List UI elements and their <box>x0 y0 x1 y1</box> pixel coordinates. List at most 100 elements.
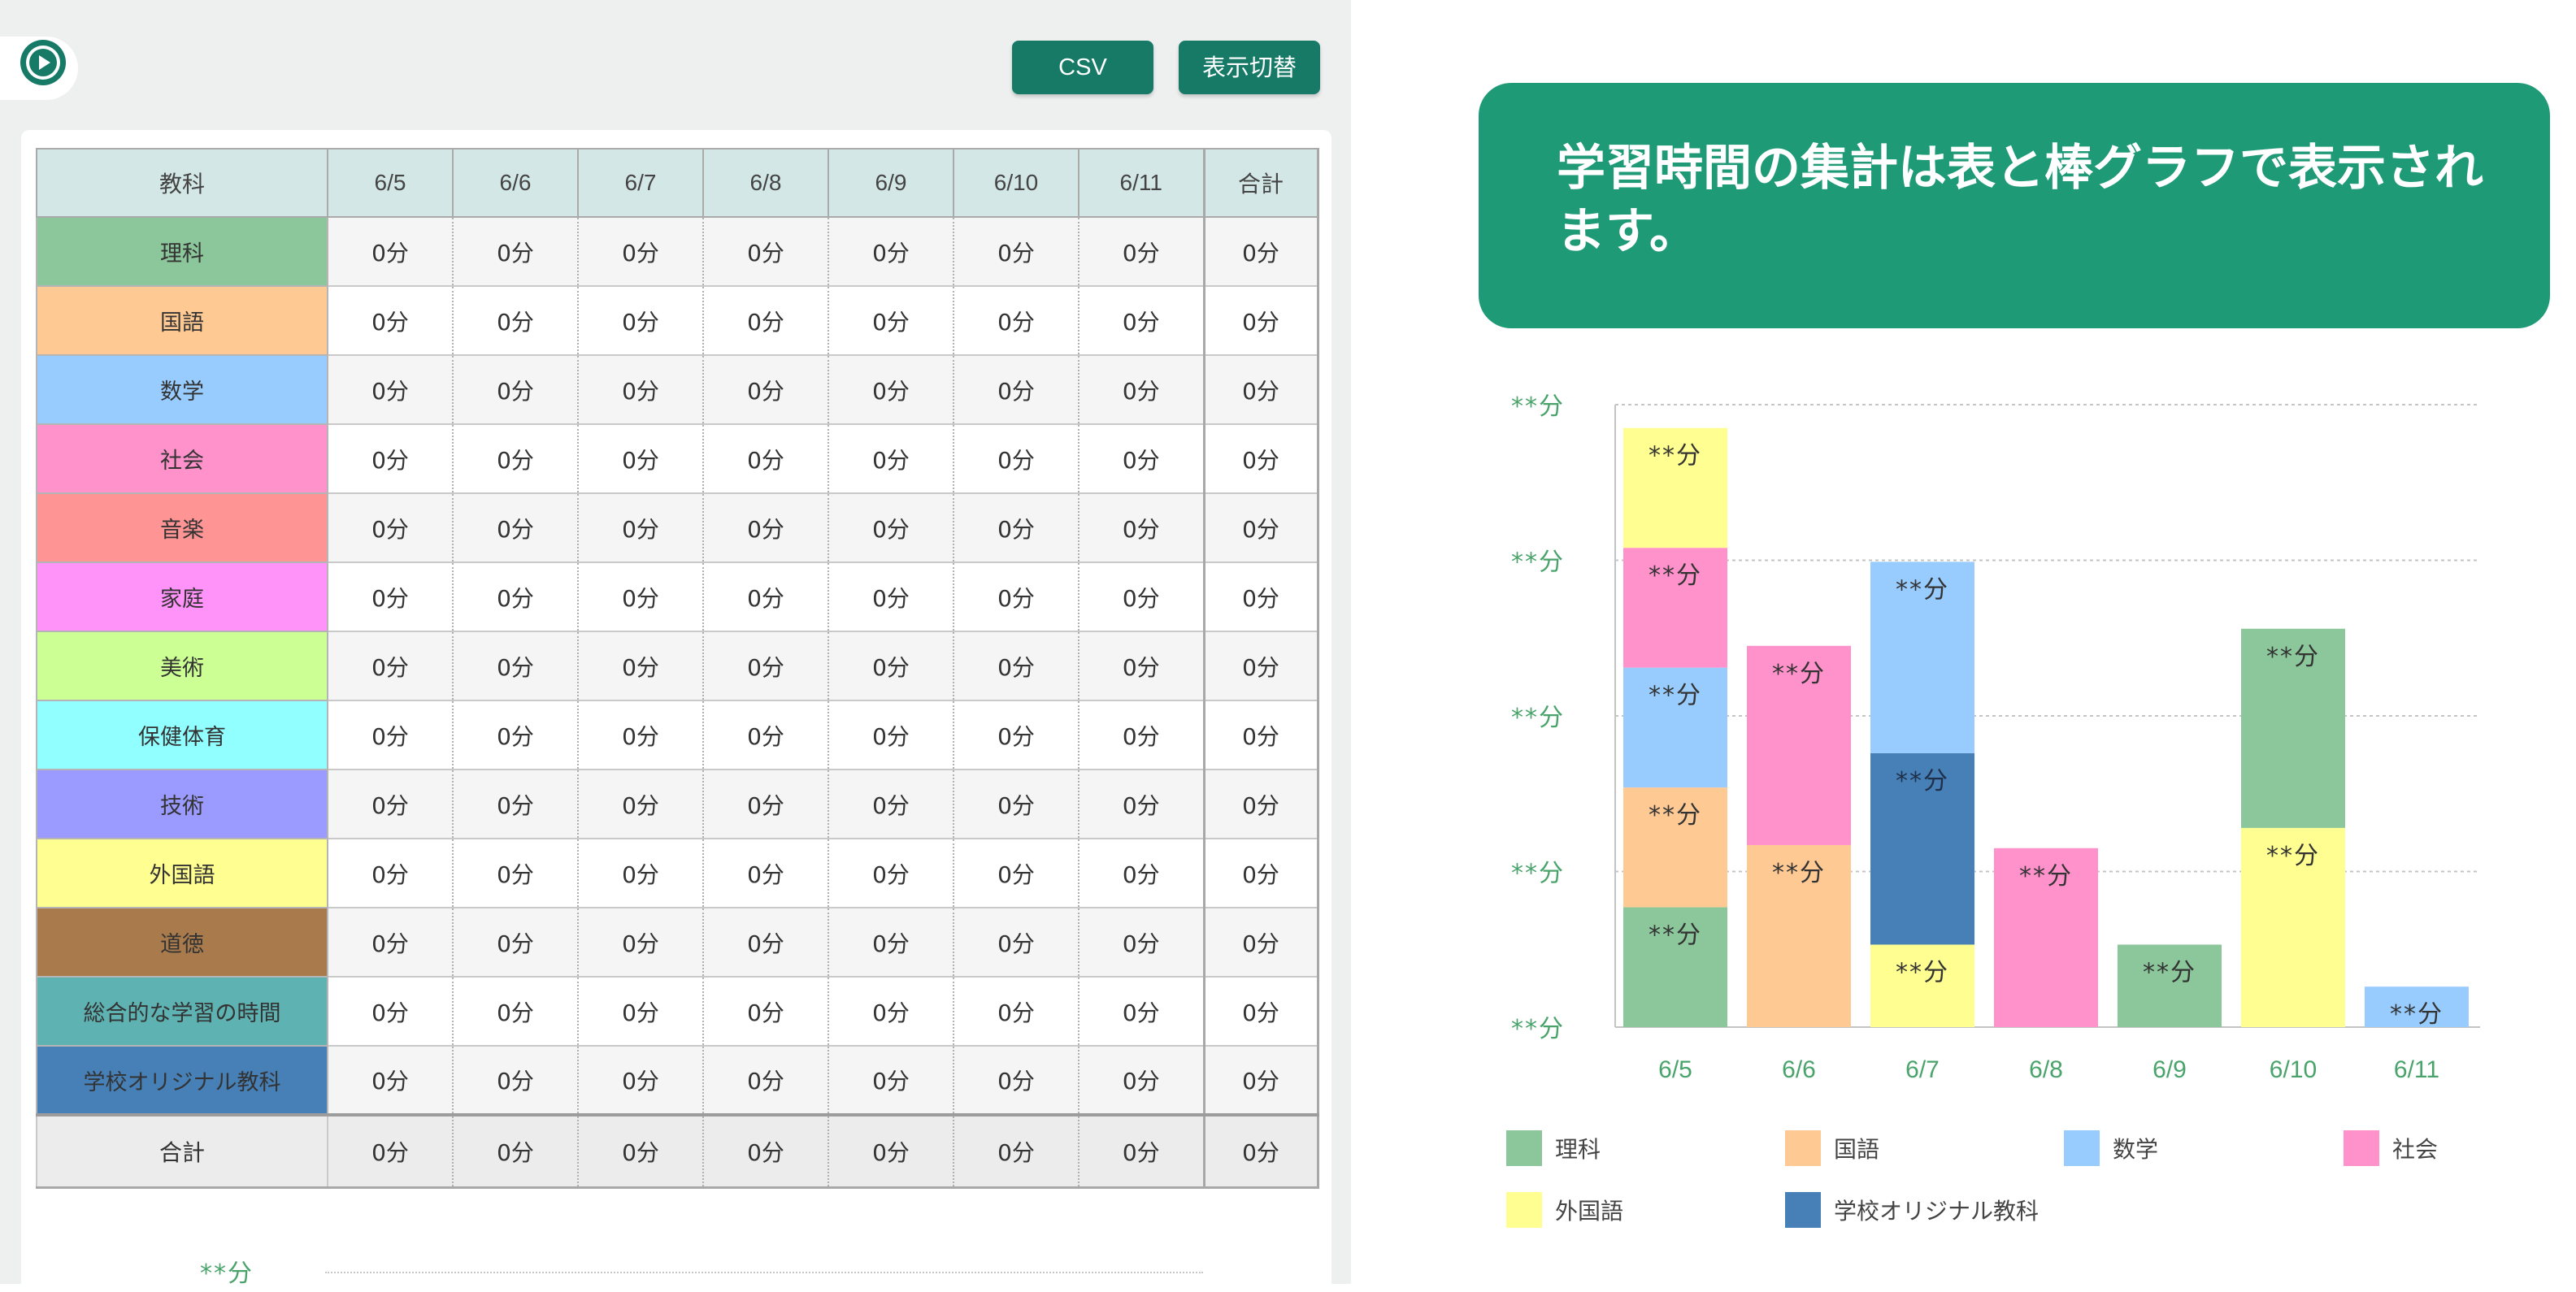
legend-item: 国語 <box>1785 1129 1879 1167</box>
time-cell: 0分 <box>953 907 1079 978</box>
table-row: 音楽 0分 0分 0分 0分 0分 0分 0分 0分 <box>36 492 1319 563</box>
subject-cell: 学校オリジナル教科 <box>36 1045 328 1116</box>
row-total-cell: 0分 <box>1202 492 1319 563</box>
study-time-table: 教科 6/5 6/6 6/7 6/8 6/9 6/10 6/11 合計 理科 0分 0分 0分 0分 0分… <box>36 148 1319 1189</box>
time-cell: 0分 <box>452 631 579 701</box>
subject-cell: 技術 <box>36 769 328 839</box>
bar-segment-label: **分 <box>2266 842 2320 870</box>
legend-swatch <box>2064 1130 2100 1166</box>
table-total-row: 合計 0分 0分 0分 0分 0分 0分 0分 0分 <box>36 1113 1319 1189</box>
x-tick-label: 6/8 <box>2029 1056 2063 1083</box>
table-row: 数学 0分 0分 0分 0分 0分 0分 0分 0分 <box>36 354 1319 425</box>
time-cell: 0分 <box>953 769 1079 839</box>
time-cell: 0分 <box>953 285 1079 356</box>
column-total-cell: 0分 <box>953 1113 1079 1189</box>
legend-item: 外国語 <box>1506 1191 1623 1229</box>
bar-segment-label: **分 <box>1649 682 1702 710</box>
bar-segment-label: **分 <box>1649 921 1702 950</box>
table-row: 家庭 0分 0分 0分 0分 0分 0分 0分 0分 <box>36 561 1319 632</box>
time-cell: 0分 <box>327 700 454 770</box>
time-cell: 0分 <box>953 838 1079 908</box>
subject-cell: 家庭 <box>36 561 328 632</box>
bar-segment-label: **分 <box>1772 859 1826 887</box>
time-cell: 0分 <box>327 285 454 356</box>
time-cell: 0分 <box>577 216 704 287</box>
header-date: 6/5 <box>327 148 454 218</box>
table-row: 技術 0分 0分 0分 0分 0分 0分 0分 0分 <box>36 769 1319 839</box>
legend-item: 数学 <box>2064 1129 2158 1167</box>
time-cell: 0分 <box>577 423 704 494</box>
time-cell: 0分 <box>1078 561 1205 632</box>
y-tick-label: **分 <box>1511 1015 1565 1043</box>
table-header-row: 教科 6/5 6/6 6/7 6/8 6/9 6/10 6/11 合計 <box>36 148 1319 218</box>
bar-segment-label: **分 <box>2019 862 2073 891</box>
header-date: 6/10 <box>953 148 1079 218</box>
legend-item: 社会 <box>2344 1129 2438 1167</box>
subject-cell: 美術 <box>36 631 328 701</box>
row-total-cell: 0分 <box>1202 976 1319 1047</box>
time-cell: 0分 <box>452 492 579 563</box>
row-total-cell: 0分 <box>1202 700 1319 770</box>
time-cell: 0分 <box>953 423 1079 494</box>
row-total-cell: 0分 <box>1202 216 1319 287</box>
table-row: 外国語 0分 0分 0分 0分 0分 0分 0分 0分 <box>36 838 1319 908</box>
table-row: 美術 0分 0分 0分 0分 0分 0分 0分 0分 <box>36 631 1319 701</box>
x-tick-label: 6/9 <box>2152 1056 2187 1083</box>
bar-segment-label: **分 <box>1649 801 1702 830</box>
time-cell: 0分 <box>1078 216 1205 287</box>
time-cell: 0分 <box>1078 976 1205 1047</box>
y-tick-label: **分 <box>1511 548 1565 577</box>
time-cell: 0分 <box>953 976 1079 1047</box>
time-cell: 0分 <box>577 631 704 701</box>
row-total-cell: 0分 <box>1202 561 1319 632</box>
time-cell: 0分 <box>953 354 1079 425</box>
column-total-cell: 0分 <box>1078 1113 1205 1189</box>
legend-label: 社会 <box>2392 1136 2439 1163</box>
legend-swatch <box>1785 1192 1821 1228</box>
header-date: 6/9 <box>828 148 954 218</box>
table-row: 保健体育 0分 0分 0分 0分 0分 0分 0分 0分 <box>36 700 1319 770</box>
time-cell: 0分 <box>577 769 704 839</box>
time-cell: 0分 <box>1078 354 1205 425</box>
time-cell: 0分 <box>702 838 829 908</box>
time-cell: 0分 <box>327 492 454 563</box>
time-cell: 0分 <box>828 561 954 632</box>
time-cell: 0分 <box>702 285 829 356</box>
subject-cell: 社会 <box>36 423 328 494</box>
table-row: 総合的な学習の時間 0分 0分 0分 0分 0分 0分 0分 0分 <box>36 976 1319 1047</box>
subject-cell: 保健体育 <box>36 700 328 770</box>
time-cell: 0分 <box>702 769 829 839</box>
explanation-callout: 学習時間の集計は表と棒グラフで表示されます。 <box>1479 83 2550 328</box>
time-cell: 0分 <box>702 561 829 632</box>
time-cell: 0分 <box>327 423 454 494</box>
bar-segment-label: **分 <box>1896 767 1949 796</box>
time-cell: 0分 <box>702 976 829 1047</box>
bar-segment-label: **分 <box>1896 959 1949 987</box>
bar-segment-label: **分 <box>1896 575 1949 604</box>
table-row: 理科 0分 0分 0分 0分 0分 0分 0分 0分 <box>36 216 1319 287</box>
time-cell: 0分 <box>702 216 829 287</box>
table-row: 学校オリジナル教科 0分 0分 0分 0分 0分 0分 0分 0分 <box>36 1045 1319 1116</box>
grand-total-cell: 0分 <box>1202 1113 1319 1189</box>
header-date: 6/6 <box>452 148 579 218</box>
bar-segment-label: **分 <box>1772 660 1826 688</box>
time-cell: 0分 <box>828 285 954 356</box>
time-cell: 0分 <box>452 285 579 356</box>
time-cell: 0分 <box>577 976 704 1047</box>
bar-segment-label: **分 <box>2390 1000 2444 1029</box>
column-total-cell: 0分 <box>327 1113 454 1189</box>
legend-label: 国語 <box>1834 1136 1880 1163</box>
play-icon[interactable] <box>20 39 67 86</box>
time-cell: 0分 <box>1078 769 1205 839</box>
time-cell: 0分 <box>577 561 704 632</box>
time-cell: 0分 <box>1078 1045 1205 1116</box>
time-cell: 0分 <box>452 838 579 908</box>
time-cell: 0分 <box>1078 631 1205 701</box>
legend-item: 学校オリジナル教科 <box>1785 1191 2039 1229</box>
legend-swatch <box>1506 1130 1542 1166</box>
time-cell: 0分 <box>577 907 704 978</box>
time-cell: 0分 <box>828 492 954 563</box>
column-total-cell: 0分 <box>452 1113 579 1189</box>
csv-button[interactable]: CSV <box>1012 41 1153 94</box>
display-toggle-button[interactable]: 表示切替 <box>1179 41 1320 94</box>
